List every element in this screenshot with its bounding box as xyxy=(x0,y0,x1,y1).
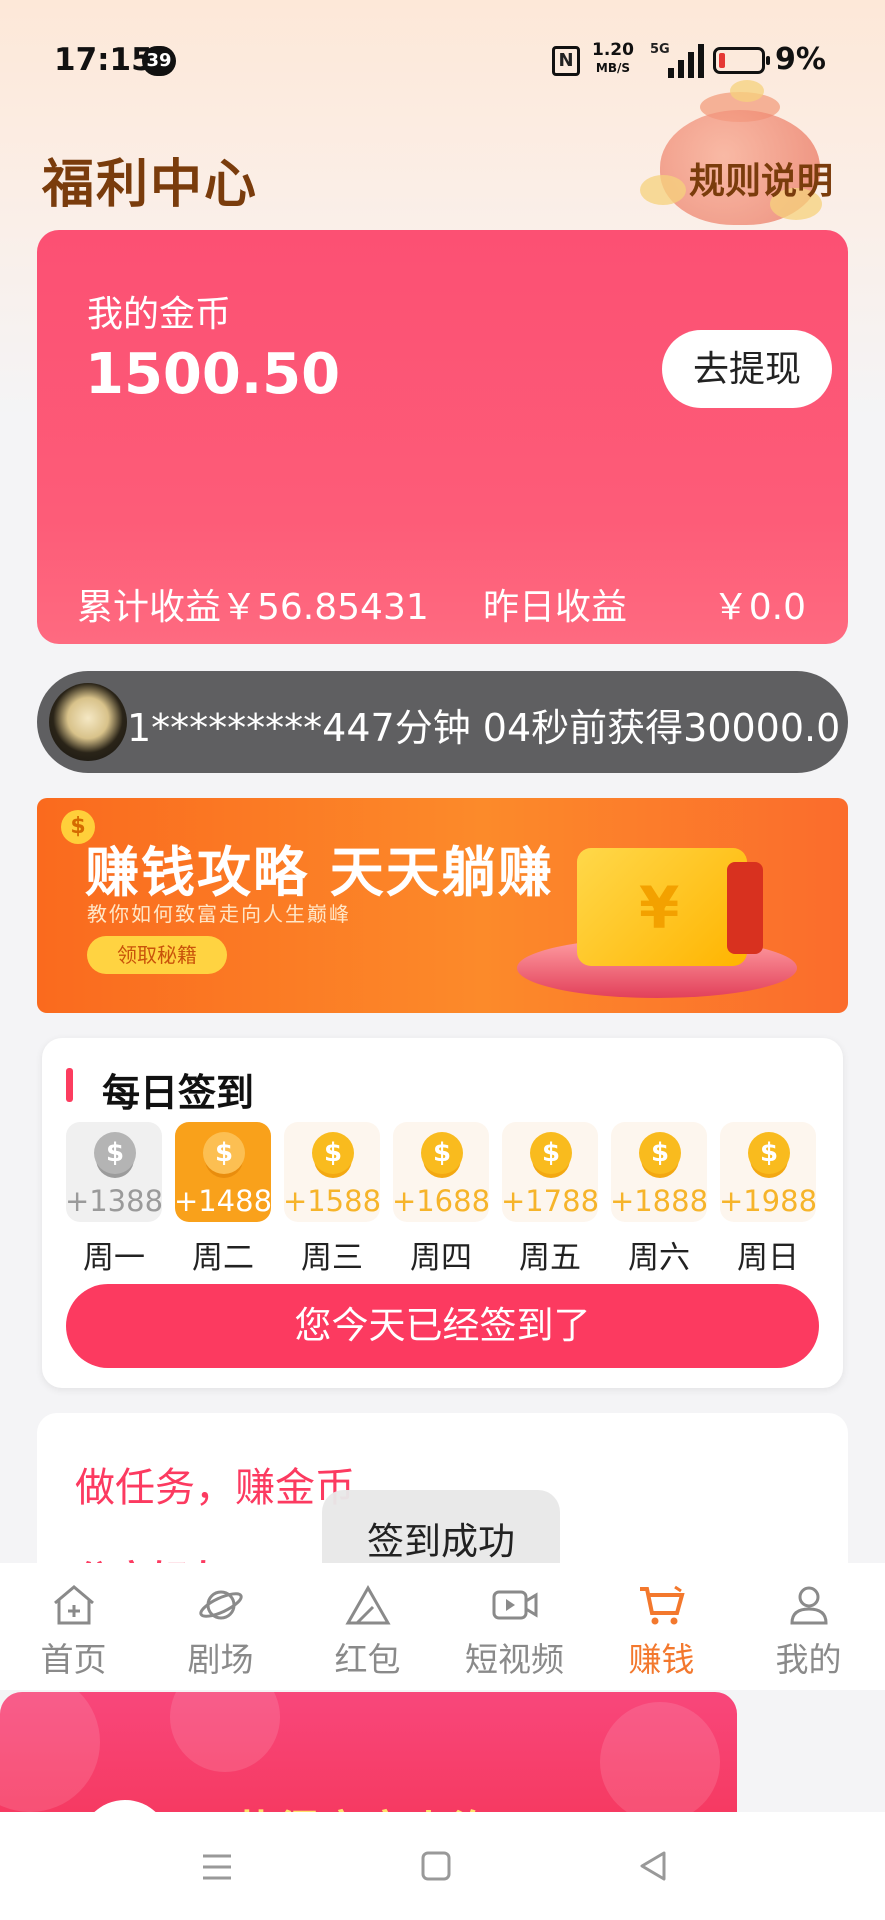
net-speed: 1.20 MB/S xyxy=(592,42,634,77)
menu-icon[interactable] xyxy=(187,1842,247,1892)
coin-icon: $ xyxy=(203,1132,245,1174)
tab-label: 首页 xyxy=(40,1640,107,1679)
coin-icon: $ xyxy=(94,1132,136,1174)
signed-in-button[interactable]: 您今天已经签到了 xyxy=(66,1284,819,1368)
user-icon xyxy=(789,1586,828,1625)
signin-reward: +1688 xyxy=(391,1184,491,1218)
rules-link[interactable]: 规则说明 xyxy=(689,152,833,204)
banner-subline: 教你如何致富走向人生巅峰 xyxy=(87,902,351,926)
total-income: 累计收益￥56.85431 xyxy=(77,587,429,628)
tab-home[interactable]: 首页 xyxy=(0,1583,147,1683)
tab-earn[interactable]: 赚钱 xyxy=(588,1583,735,1683)
tab-label: 赚钱 xyxy=(628,1640,695,1679)
signin-day-name: 周日 xyxy=(737,1240,799,1276)
network-type: 5G xyxy=(650,42,670,57)
signin-day-name: 周一 xyxy=(83,1240,145,1276)
signin-title: 每日签到 xyxy=(102,1071,255,1115)
signin-day[interactable]: $ +1788 周五 xyxy=(501,1122,599,1276)
signin-day[interactable]: $ +1688 周四 xyxy=(392,1122,490,1276)
wallet-illustration: ¥ xyxy=(577,848,747,966)
yesterday-income-value: ￥0.0 xyxy=(712,587,806,628)
popup-text: 恭得宝宝上海 xyxy=(232,1796,496,1812)
signin-reward: +1588 xyxy=(282,1184,382,1218)
net-speed-unit: MB/S xyxy=(595,61,631,75)
tab-label: 剧场 xyxy=(187,1640,254,1679)
signin-reward: +1888 xyxy=(609,1184,709,1218)
tab-profile[interactable]: 我的 xyxy=(735,1583,882,1683)
signin-day-name: 周四 xyxy=(410,1240,472,1276)
ticker-text: 1*********447分钟 04秒前获得30000.0 xyxy=(127,706,841,750)
yesterday-income-label: 昨日收益 xyxy=(483,587,628,628)
tab-short-video[interactable]: 短视频 xyxy=(441,1583,588,1683)
section-marker xyxy=(66,1068,73,1102)
nfc-icon: N xyxy=(552,46,580,76)
wallet-flap-illustration xyxy=(727,862,763,954)
signin-day-name: 周二 xyxy=(192,1240,254,1276)
earnings-ticker: 1*********447分钟 04秒前获得30000.0 xyxy=(37,671,848,773)
home-icon xyxy=(53,1585,94,1625)
signin-day[interactable]: $ +1988 周日 xyxy=(719,1122,817,1276)
signin-reward: +1388 xyxy=(64,1184,164,1218)
status-time: 17:15 xyxy=(54,42,153,78)
coin-icon: $ xyxy=(421,1132,463,1174)
get-guide-button[interactable]: 领取秘籍 xyxy=(87,936,227,974)
video-icon xyxy=(492,1590,537,1620)
signin-day-name: 周六 xyxy=(628,1240,690,1276)
bottom-tab-bar: 首页 剧场 红包 短视频 赚钱 我的 xyxy=(0,1563,885,1690)
banner-headline: 赚钱攻略 天天躺赚 xyxy=(85,841,554,904)
tasks-title: 做任务，赚金币 xyxy=(75,1465,355,1511)
signin-reward: +1488 xyxy=(173,1184,273,1218)
coin-icon: $ xyxy=(312,1132,354,1174)
signin-day[interactable]: $ +1388 周一 xyxy=(65,1122,163,1276)
coin-label: 我的金币 xyxy=(87,294,232,335)
page-title: 福利中心 xyxy=(42,155,259,215)
signin-day[interactable]: $ +1488 周二 xyxy=(174,1122,272,1276)
signin-day[interactable]: $ +1588 周三 xyxy=(283,1122,381,1276)
planet-icon xyxy=(198,1590,243,1620)
signin-day-name: 周五 xyxy=(519,1240,581,1276)
system-nav-bar xyxy=(0,1812,885,1920)
daily-signin-panel: 每日签到 $ +1388 周一 $ +1488 周二 $ +1588 周三 $ … xyxy=(42,1038,843,1388)
signin-day[interactable]: $ +1888 周六 xyxy=(610,1122,708,1276)
signin-day-name: 周三 xyxy=(301,1240,363,1276)
money-bag-illustration xyxy=(640,70,840,230)
signin-reward: +1788 xyxy=(500,1184,600,1218)
tab-red-packet[interactable]: 红包 xyxy=(294,1583,441,1683)
avatar xyxy=(80,1800,170,1812)
coin-balance-card: 我的金币 1500.50 去提现 累计收益￥56.85431 昨日收益 ￥0.0 xyxy=(37,230,848,644)
tab-label: 我的 xyxy=(775,1640,842,1679)
signin-reward: +1988 xyxy=(718,1184,818,1218)
avatar xyxy=(49,683,127,761)
coin-amount: 1500.50 xyxy=(85,342,341,407)
earning-guide-banner[interactable]: $ 赚钱攻略 天天躺赚 教你如何致富走向人生巅峰 领取秘籍 ¥ xyxy=(37,798,848,1013)
coin-icon: $ xyxy=(748,1132,790,1174)
tab-theater[interactable]: 剧场 xyxy=(147,1583,294,1683)
home-button-icon[interactable] xyxy=(406,1842,466,1892)
tab-label: 红包 xyxy=(334,1640,401,1679)
tab-label: 短视频 xyxy=(465,1640,564,1679)
cart-icon xyxy=(639,1585,685,1625)
net-speed-value: 1.20 xyxy=(592,40,634,60)
coin-icon: $ xyxy=(639,1132,681,1174)
notification-count-badge: 39 xyxy=(142,46,176,76)
back-icon[interactable] xyxy=(624,1842,684,1892)
coin-icon: $ xyxy=(530,1132,572,1174)
triangle-icon xyxy=(344,1584,391,1625)
withdraw-button[interactable]: 去提现 xyxy=(662,330,832,408)
reward-popup[interactable]: 恭得宝宝上海 xyxy=(0,1692,737,1812)
